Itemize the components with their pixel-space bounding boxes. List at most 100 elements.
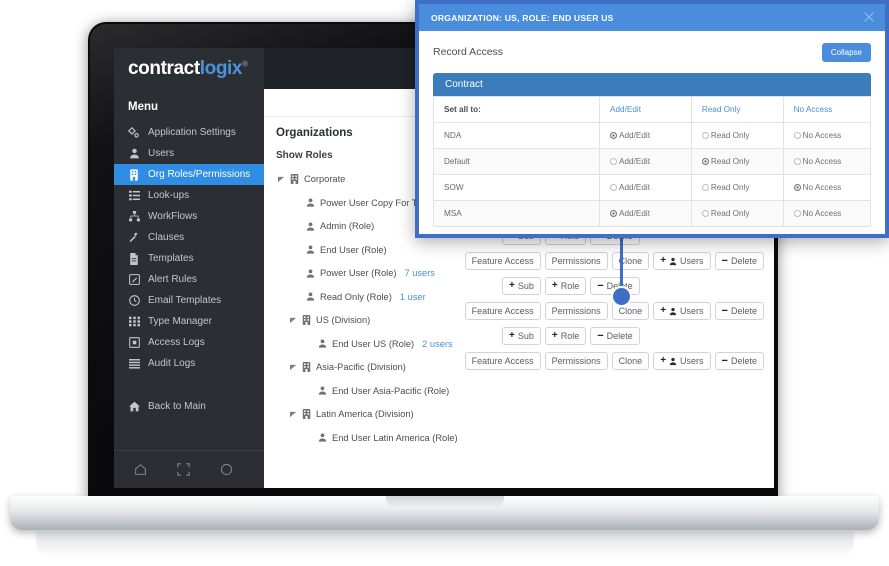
tree-node-user-count[interactable]: 1 user — [400, 292, 426, 302]
tree-node[interactable]: Read Only (Role) 1 user — [276, 292, 496, 302]
expand-icon[interactable] — [177, 463, 190, 476]
table-header-row: Set all to: Add/Edit Read Only No Access — [432, 96, 872, 123]
sidebar-item-label: Type Manager — [148, 316, 212, 327]
brand-logo[interactable]: contractlogix® — [114, 48, 264, 89]
permissions-button[interactable]: Permissions — [544, 302, 608, 320]
add-sub-button[interactable]: +Sub — [502, 277, 541, 295]
sidebar-item-audit-logs[interactable]: Audit Logs — [114, 353, 264, 374]
sidebar-item-label: Application Settings — [148, 127, 236, 138]
add-sub-button[interactable]: +Sub — [502, 327, 541, 345]
clone-button[interactable]: Clone — [611, 252, 650, 270]
column-header-read-only[interactable]: Read Only — [690, 96, 784, 123]
radio-cell[interactable]: Add/Edit — [599, 148, 692, 175]
radio-button[interactable] — [610, 158, 618, 165]
permissions-button[interactable]: Permissions — [544, 352, 608, 370]
delete-button[interactable]: −Delete — [590, 327, 640, 345]
column-header-no-access[interactable]: No Access — [782, 96, 872, 123]
delete-button[interactable]: −Delete — [714, 252, 764, 270]
sidebar-item-workflows[interactable]: WorkFlows — [114, 206, 264, 227]
sidebar-item-alert-rules[interactable]: Alert Rules — [114, 269, 264, 290]
add-users-button[interactable]: +Users — [653, 352, 711, 370]
permissions-table: Set all to: Add/Edit Read Only No Access… — [432, 96, 872, 227]
radio-button[interactable] — [793, 132, 801, 139]
radio-button[interactable] — [610, 184, 618, 191]
home-icon[interactable] — [134, 463, 147, 476]
sidebar-item-org-roles-permissions[interactable]: Org Roles/Permissions — [114, 164, 264, 185]
tree-node-label: Read Only (Role) — [320, 291, 392, 302]
add-role-button[interactable]: +Role — [544, 277, 587, 295]
sidebar-item-back-to-main[interactable]: Back to Main — [114, 396, 264, 417]
radio-button[interactable] — [610, 132, 618, 139]
tree-node[interactable]: US (Division) — [276, 315, 496, 325]
radio-cell[interactable]: Read Only — [690, 174, 784, 201]
radio-button[interactable] — [793, 184, 801, 191]
permissions-table-body: NDA Add/Edit Read Only No Access Default Add/… — [432, 122, 872, 227]
contract-group-header[interactable]: Contract — [433, 73, 871, 96]
radio-cell[interactable]: No Access — [782, 122, 872, 149]
tree-node[interactable]: End User Asia-Pacific (Role) — [276, 386, 496, 396]
radio-button[interactable] — [701, 210, 709, 217]
caret-down-icon[interactable] — [290, 364, 297, 371]
tree-node[interactable]: Power User (Role) 7 users — [276, 268, 496, 278]
radio-button[interactable] — [701, 158, 709, 165]
radio-cell[interactable]: Read Only — [690, 122, 784, 149]
tree-node[interactable]: End User Latin America (Role) — [276, 433, 496, 443]
radio-button[interactable] — [793, 158, 801, 165]
sidebar-item-label: Users — [148, 148, 175, 159]
sidebar-item-look-ups[interactable]: Look-ups — [114, 185, 264, 206]
add-users-button[interactable]: +Users — [653, 252, 711, 270]
radio-cell[interactable]: No Access — [782, 148, 872, 175]
radio-cell[interactable]: Add/Edit — [599, 174, 692, 201]
laptop-base-reflection — [36, 531, 854, 557]
power-icon[interactable] — [220, 463, 233, 476]
edit-square-icon — [128, 274, 140, 286]
add-role-button[interactable]: +Role — [544, 327, 587, 345]
tree-node[interactable]: Asia-Pacific (Division) — [276, 362, 496, 372]
feature-access-button[interactable]: Feature Access — [464, 252, 541, 270]
radio-label: Read Only — [710, 209, 750, 218]
radio-button[interactable] — [701, 132, 709, 139]
permissions-button[interactable]: Permissions — [544, 252, 608, 270]
collapse-button[interactable]: Collapse — [821, 42, 871, 62]
org-roles-icon — [128, 168, 140, 181]
add-users-button[interactable]: +Users — [653, 302, 711, 320]
feature-access-button[interactable]: Feature Access — [464, 352, 541, 370]
delete-button[interactable]: −Delete — [714, 352, 764, 370]
radio-cell[interactable]: Read Only — [690, 148, 784, 175]
tree-node-user-count[interactable]: 7 users — [404, 268, 435, 278]
radio-button[interactable] — [701, 184, 709, 191]
caret-down-icon[interactable] — [290, 317, 297, 324]
radio-cell[interactable]: Add/Edit — [599, 122, 692, 149]
column-header-add-edit[interactable]: Add/Edit — [599, 96, 692, 123]
radio-cell[interactable]: Add/Edit — [599, 200, 692, 227]
radio-label: Add/Edit — [619, 183, 650, 192]
tree-node[interactable]: End User US (Role) 2 users — [276, 339, 496, 349]
radio-cell[interactable]: Read Only — [690, 200, 784, 227]
clone-button[interactable]: Clone — [611, 352, 650, 370]
tree-node[interactable]: Latin America (Division) — [276, 409, 496, 419]
tree-node-label: Corporate — [304, 174, 346, 184]
radio-cell[interactable]: No Access — [782, 200, 872, 227]
caret-down-icon[interactable] — [290, 411, 297, 418]
caret-down-icon[interactable] — [278, 176, 285, 183]
sidebar-item-templates[interactable]: Templates — [114, 248, 264, 269]
sidebar-item-users[interactable]: Users — [114, 143, 264, 164]
sidebar-item-clauses[interactable]: Clauses — [114, 227, 264, 248]
laptop-base — [10, 496, 879, 530]
sidebar-item-type-manager[interactable]: Type Manager — [114, 311, 264, 332]
radio-button[interactable] — [793, 210, 801, 217]
sidebar-item-email-templates[interactable]: Email Templates — [114, 290, 264, 311]
sidebar-item-access-logs[interactable]: Access Logs — [114, 332, 264, 353]
tree-node[interactable]: End User (Role) — [276, 245, 496, 255]
clone-button[interactable]: Clone — [611, 302, 650, 320]
radio-button[interactable] — [610, 210, 618, 217]
feature-access-button[interactable]: Feature Access — [464, 302, 541, 320]
tree-node-label: Latin America (Division) — [316, 409, 414, 419]
sidebar-item-application-settings[interactable]: Application Settings — [114, 122, 264, 143]
delete-button[interactable]: −Delete — [714, 302, 764, 320]
close-icon[interactable] — [862, 10, 876, 24]
radio-cell[interactable]: No Access — [782, 174, 872, 201]
tree-node-user-count[interactable]: 2 users — [422, 339, 453, 349]
grid-icon — [128, 316, 140, 328]
tree-node-label: End User (Role) — [320, 244, 387, 255]
